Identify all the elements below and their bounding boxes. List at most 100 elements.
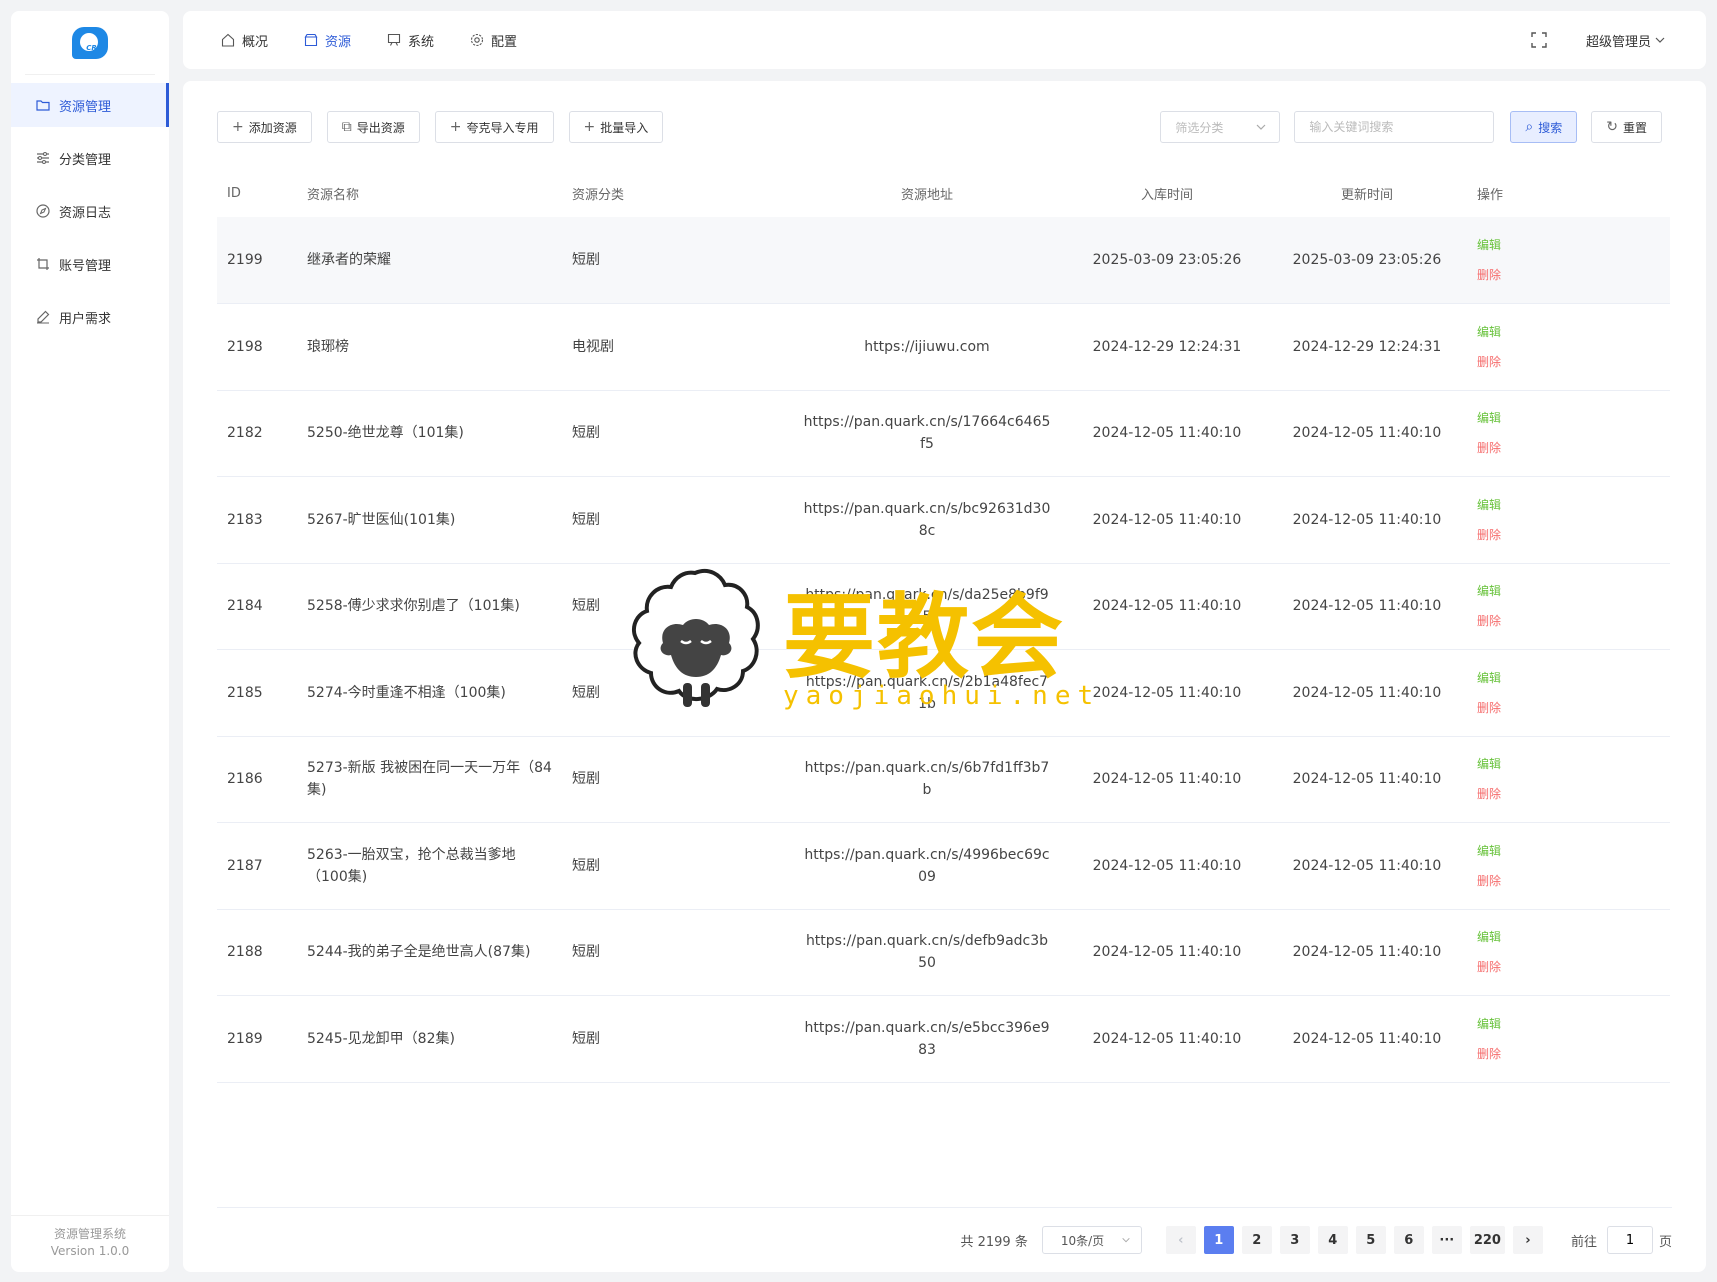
page-number[interactable]: 5 xyxy=(1355,1226,1386,1254)
prev-page-button[interactable]: ‹ xyxy=(1165,1226,1196,1254)
category-filter-select[interactable]: 筛选分类 xyxy=(1160,111,1281,143)
edit-link[interactable]: 编辑 xyxy=(1477,403,1670,433)
pen-icon xyxy=(35,309,51,325)
edit-link[interactable]: 编辑 xyxy=(1477,749,1670,779)
delete-link[interactable]: 删除 xyxy=(1477,606,1670,636)
table-row: 2188 5244-我的弟子全是绝世高人(87集) 短剧 https://pan.qu… xyxy=(217,909,1670,996)
cell-id: 2198 xyxy=(217,303,297,391)
edit-link[interactable]: 编辑 xyxy=(1477,836,1670,866)
delete-link[interactable]: 删除 xyxy=(1477,260,1670,290)
table-body: 2199 继承者的荣耀 短剧 2025-03-09 23:05:26 2025-03-0… xyxy=(217,217,1670,1083)
header-created: 入库时间 xyxy=(1140,187,1193,203)
delete-link[interactable]: 删除 xyxy=(1477,1039,1670,1069)
page-ellipsis[interactable]: ··· xyxy=(1431,1226,1462,1254)
resource-name: 5273-新版 我被困在同一天一万年（84集) xyxy=(307,760,552,799)
header-updated: 更新时间 xyxy=(1340,187,1393,203)
cell-category: 短剧 xyxy=(562,217,787,304)
goto-page: 前往 页 xyxy=(1571,1226,1672,1254)
resource-url: https://pan.quark.cn/s/e5bcc396e983 xyxy=(804,1019,1050,1058)
page-size-select[interactable]: 10条/页 xyxy=(1041,1226,1142,1254)
logo-area: CRM xyxy=(25,11,155,75)
sidebar-item-label: 账号管理 xyxy=(59,258,112,274)
resource-name: 5250-绝世龙尊（101集) xyxy=(307,425,464,442)
user-menu[interactable]: 超级管理员 xyxy=(1586,31,1666,50)
sidebar-item-category-management[interactable]: 分类管理 xyxy=(11,136,169,180)
edit-link[interactable]: 编辑 xyxy=(1477,663,1670,693)
edit-link[interactable]: 编辑 xyxy=(1477,230,1670,260)
resource-name: 5245-见龙卸甲（82集) xyxy=(307,1030,455,1047)
page-number[interactable]: 220 xyxy=(1469,1226,1505,1254)
nav-config[interactable]: 配置 xyxy=(470,31,517,50)
button-label: 重置 xyxy=(1622,120,1647,135)
search-input[interactable] xyxy=(1294,111,1495,143)
table-row: 2199 继承者的荣耀 短剧 2025-03-09 23:05:26 2025-03-0… xyxy=(217,217,1670,304)
delete-link[interactable]: 删除 xyxy=(1477,779,1670,809)
add-resource-button[interactable]: + 添加资源 xyxy=(217,111,312,143)
sidebar-item-resource-log[interactable]: 资源日志 xyxy=(11,189,169,233)
table-row: 2198 琅琊榜 电视剧 https://ijiuwu.com 2024-12-29 1… xyxy=(217,303,1670,391)
resource-name: 5263-一胎双宝，抢个总裁当爹地（100集) xyxy=(307,846,516,885)
nav-resources[interactable]: 资源 xyxy=(304,31,351,50)
header-category: 资源分类 xyxy=(572,187,625,203)
cell-actions: 编辑 删除 xyxy=(1467,476,1670,564)
cell-actions: 编辑 删除 xyxy=(1467,390,1670,477)
fullscreen-icon[interactable] xyxy=(1530,31,1548,49)
delete-link[interactable]: 删除 xyxy=(1477,520,1670,550)
nav-overview[interactable]: 概况 xyxy=(221,31,268,50)
nav-system[interactable]: 系统 xyxy=(387,31,434,50)
plus-icon: + xyxy=(232,119,244,135)
gear-icon xyxy=(470,33,484,47)
delete-link[interactable]: 删除 xyxy=(1477,866,1670,896)
delete-link[interactable]: 删除 xyxy=(1477,347,1670,377)
delete-link[interactable]: 删除 xyxy=(1477,952,1670,982)
cell-updated: 2024-12-05 11:40:10 xyxy=(1267,649,1467,737)
delete-link[interactable]: 删除 xyxy=(1477,693,1670,723)
batch-import-button[interactable]: + 批量导入 xyxy=(568,111,664,143)
table-row: 2189 5245-见龙卸甲（82集) 短剧 https://pan.quark.cn… xyxy=(217,995,1670,1083)
cell-name: 5244-我的弟子全是绝世高人(87集) xyxy=(297,909,562,996)
cell-id: 2182 xyxy=(217,390,297,477)
page-number[interactable]: 1 xyxy=(1203,1226,1234,1254)
cell-url: https://ijiuwu.com xyxy=(787,303,1067,391)
goto-page-input[interactable] xyxy=(1606,1226,1653,1254)
page-number[interactable]: 3 xyxy=(1279,1226,1310,1254)
sidebar-item-user-requests[interactable]: 用户需求 xyxy=(11,295,169,339)
cell-updated: 2024-12-05 11:40:10 xyxy=(1267,995,1467,1083)
sidebar-item-account-management[interactable]: 账号管理 xyxy=(11,242,169,286)
edit-link[interactable]: 编辑 xyxy=(1477,576,1670,606)
search-button[interactable]: ⌕ 搜索 xyxy=(1510,111,1578,143)
copy-icon: ⧉ xyxy=(341,119,352,135)
top-navigation: 概况 资源 系统 配置 超级管理员 xyxy=(183,11,1706,69)
cell-updated: 2024-12-05 11:40:10 xyxy=(1267,563,1467,650)
nav-label: 概况 xyxy=(242,34,269,50)
edit-link[interactable]: 编辑 xyxy=(1477,1009,1670,1039)
page-number[interactable]: 6 xyxy=(1393,1226,1424,1254)
reset-button[interactable]: ↻ 重置 xyxy=(1591,111,1662,143)
cell-created: 2024-12-05 11:40:10 xyxy=(1067,476,1267,564)
quark-import-button[interactable]: + 夸克导入专用 xyxy=(434,111,554,143)
edit-link[interactable]: 编辑 xyxy=(1477,490,1670,520)
cell-url: https://pan.quark.cn/s/bc92631d308c xyxy=(787,476,1067,564)
cell-url: https://pan.quark.cn/s/4996bec69c09 xyxy=(787,822,1067,910)
top-nav-menu: 概况 资源 系统 配置 xyxy=(221,31,553,50)
table-row: 2183 5267-旷世医仙(101集) 短剧 https://pan.quark.c… xyxy=(217,476,1670,564)
edit-link[interactable]: 编辑 xyxy=(1477,922,1670,952)
edit-link[interactable]: 编辑 xyxy=(1477,317,1670,347)
page-number[interactable]: 2 xyxy=(1241,1226,1272,1254)
filter-bar: 筛选分类 ⌕ 搜索 ↻ 重置 xyxy=(1160,111,1662,143)
cell-name: 继承者的荣耀 xyxy=(297,217,562,304)
export-resource-button[interactable]: ⧉ 导出资源 xyxy=(326,111,420,143)
table-row: 2187 5263-一胎双宝，抢个总裁当爹地（100集) 短剧 https://pan… xyxy=(217,822,1670,910)
resource-url: https://ijiuwu.com xyxy=(864,338,990,355)
page-number[interactable]: 4 xyxy=(1317,1226,1348,1254)
next-page-button[interactable]: › xyxy=(1512,1226,1543,1254)
delete-link[interactable]: 删除 xyxy=(1477,433,1670,463)
crm-logo[interactable]: CRM xyxy=(72,26,108,59)
cell-url: https://pan.quark.cn/s/da25e8b9f95 xyxy=(787,563,1067,650)
cell-name: 5263-一胎双宝，抢个总裁当爹地（100集) xyxy=(297,822,562,910)
resource-table: ID 资源名称 资源分类 资源地址 入库时间 更新时间 操作 2199 继承者的荣… xyxy=(217,169,1670,1083)
sidebar-item-resource-management[interactable]: 资源管理 xyxy=(11,83,169,127)
cell-category: 短剧 xyxy=(562,909,787,996)
cell-actions: 编辑 删除 xyxy=(1467,995,1670,1083)
sidebar-item-label: 分类管理 xyxy=(59,152,112,168)
